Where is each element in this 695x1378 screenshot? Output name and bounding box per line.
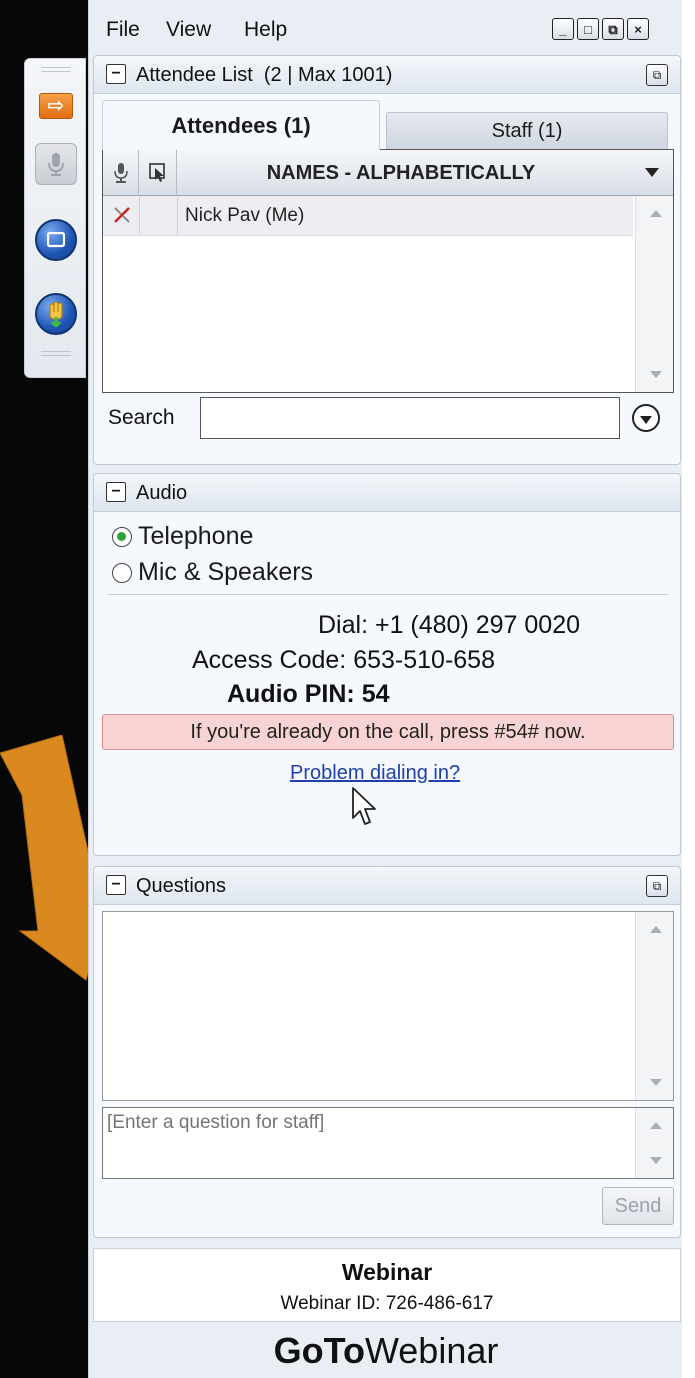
scroll-up-icon[interactable] bbox=[650, 926, 662, 933]
raise-hand-icon[interactable] bbox=[35, 293, 77, 335]
audio-pin-value: 54 bbox=[361, 680, 390, 708]
scroll-up-icon[interactable] bbox=[650, 1122, 662, 1129]
search-label: Search bbox=[108, 406, 175, 429]
menu-help[interactable]: Help bbox=[244, 18, 287, 42]
tab-staff[interactable]: Staff (1) bbox=[386, 112, 668, 150]
screen-glyph-icon bbox=[47, 232, 65, 248]
collapse-panel-arrow-icon[interactable]: ⇨ bbox=[39, 93, 73, 119]
row-divider bbox=[177, 196, 178, 236]
question-input-box bbox=[102, 1107, 674, 1179]
attendee-list-title: Attendee List (2 | Max 1001) bbox=[136, 64, 392, 87]
question-input-scrollbar[interactable] bbox=[635, 1108, 673, 1178]
questions-section: − Questions ⧉ Send bbox=[93, 866, 681, 1238]
search-options-dropdown-icon[interactable] bbox=[632, 404, 660, 432]
dial-number: +1 (480) 297 0020 bbox=[374, 611, 580, 639]
attendee-list-section: − Attendee List (2 | Max 1001) ⧉ Attende… bbox=[93, 55, 681, 465]
attendee-count: (2 | Max 1001) bbox=[263, 64, 393, 86]
audio-divider bbox=[108, 594, 668, 595]
scroll-down-icon[interactable] bbox=[650, 371, 662, 378]
attendee-row[interactable]: Nick Pav (Me) bbox=[103, 196, 633, 236]
webinar-id: Webinar ID: 726-486-617 bbox=[280, 1293, 494, 1314]
close-button[interactable]: × bbox=[627, 18, 649, 40]
telephone-option[interactable]: Telephone bbox=[112, 522, 253, 551]
audio-title: Audio bbox=[136, 482, 188, 504]
questions-log-scrollbar[interactable] bbox=[635, 912, 673, 1100]
menu-file[interactable]: File bbox=[106, 18, 140, 42]
row-divider bbox=[139, 196, 140, 236]
questions-header: − Questions ⧉ bbox=[94, 867, 680, 905]
popout-questions-icon[interactable]: ⧉ bbox=[646, 875, 668, 897]
mic-speakers-radio[interactable] bbox=[112, 562, 132, 583]
restore-button[interactable]: ⧉ bbox=[602, 18, 624, 40]
dial-info: Dial: +1 (480) 297 0020 bbox=[318, 611, 580, 640]
send-button[interactable]: Send bbox=[602, 1187, 674, 1225]
collapse-audio-button[interactable]: − bbox=[106, 482, 126, 502]
menu-view[interactable]: View bbox=[166, 18, 211, 42]
tab-attendees[interactable]: Attendees (1) bbox=[102, 100, 380, 150]
audio-column-icon[interactable] bbox=[103, 150, 139, 196]
audio-pin-info: Audio PIN: 54 bbox=[227, 680, 390, 709]
search-input[interactable] bbox=[200, 397, 620, 439]
attendee-list-header-row: NAMES - ALPHABETICALLY bbox=[103, 150, 673, 196]
telephone-radio[interactable] bbox=[112, 526, 132, 547]
menu-bar: File View Help _ □ ⧉ × bbox=[89, 12, 683, 52]
maximize-button[interactable]: □ bbox=[577, 18, 599, 40]
questions-title: Questions bbox=[136, 875, 227, 897]
popout-attendee-list-icon[interactable]: ⧉ bbox=[646, 64, 668, 86]
webinar-title: Webinar bbox=[341, 1259, 433, 1285]
webinar-info: Webinar Webinar ID: 726-486-617 bbox=[93, 1248, 681, 1322]
collapse-questions-button[interactable]: − bbox=[106, 875, 126, 895]
microphone-column-icon bbox=[113, 163, 128, 183]
scroll-up-icon[interactable] bbox=[650, 210, 662, 217]
scroll-down-icon[interactable] bbox=[650, 1079, 662, 1086]
questions-log bbox=[102, 911, 674, 1101]
pointer-screen-icon bbox=[148, 163, 165, 182]
audio-section: − Audio Telephone Mic & Speakers Dial: +… bbox=[93, 473, 681, 856]
pin-notice-banner: If you're already on the call, press #54… bbox=[102, 714, 674, 750]
mic-speakers-label: Mic & Speakers bbox=[138, 558, 314, 586]
sort-dropdown-icon[interactable] bbox=[645, 168, 659, 177]
mouse-cursor-icon bbox=[352, 787, 376, 825]
minimize-button[interactable]: _ bbox=[552, 18, 574, 40]
audio-pin-label: Audio PIN: bbox=[227, 680, 355, 708]
attendee-name: Nick Pav (Me) bbox=[185, 205, 305, 226]
screen-share-icon[interactable] bbox=[35, 219, 77, 261]
attendee-list-title-text: Attendee List bbox=[136, 64, 253, 86]
attendee-list-header: − Attendee List (2 | Max 1001) ⧉ bbox=[94, 56, 680, 94]
access-code-label: Access Code: bbox=[192, 646, 347, 674]
screen-column-icon[interactable] bbox=[139, 150, 177, 196]
screen: ⇨ File View Help _ □ ⧉ × − Attendee List… bbox=[0, 0, 695, 1378]
muted-mic-icon bbox=[114, 207, 130, 223]
scroll-down-icon[interactable] bbox=[650, 1157, 662, 1164]
microphone-icon[interactable] bbox=[35, 143, 77, 185]
hand-glyph-icon bbox=[49, 301, 63, 327]
logo-bold-text: GoTo bbox=[273, 1330, 365, 1371]
audio-header: − Audio bbox=[94, 474, 680, 512]
mic-speakers-option[interactable]: Mic & Speakers bbox=[112, 558, 313, 587]
attendee-list: NAMES - ALPHABETICALLY Nick Pav (Me) bbox=[102, 149, 674, 393]
question-input[interactable] bbox=[107, 1112, 627, 1172]
names-column-header[interactable]: NAMES - ALPHABETICALLY bbox=[177, 150, 625, 196]
gotowebinar-logo: GoToWebinar bbox=[89, 1330, 683, 1372]
control-rail: ⇨ bbox=[24, 58, 86, 378]
collapse-attendee-list-button[interactable]: − bbox=[106, 64, 126, 84]
rail-grip-bottom[interactable] bbox=[41, 351, 71, 356]
problem-dialing-link[interactable]: Problem dialing in? bbox=[290, 762, 460, 785]
rail-grip-top[interactable] bbox=[41, 67, 71, 72]
access-code-value: 653-510-658 bbox=[353, 646, 495, 674]
telephone-label: Telephone bbox=[138, 522, 254, 550]
access-code-info: Access Code: 653-510-658 bbox=[192, 646, 495, 675]
dial-label: Dial: bbox=[318, 611, 369, 639]
microphone-glyph-icon bbox=[48, 153, 64, 176]
gotowebinar-panel: File View Help _ □ ⧉ × − Attendee List (… bbox=[88, 0, 682, 1378]
logo-regular-text: Webinar bbox=[364, 1330, 499, 1371]
attendee-list-scrollbar[interactable] bbox=[635, 196, 673, 392]
